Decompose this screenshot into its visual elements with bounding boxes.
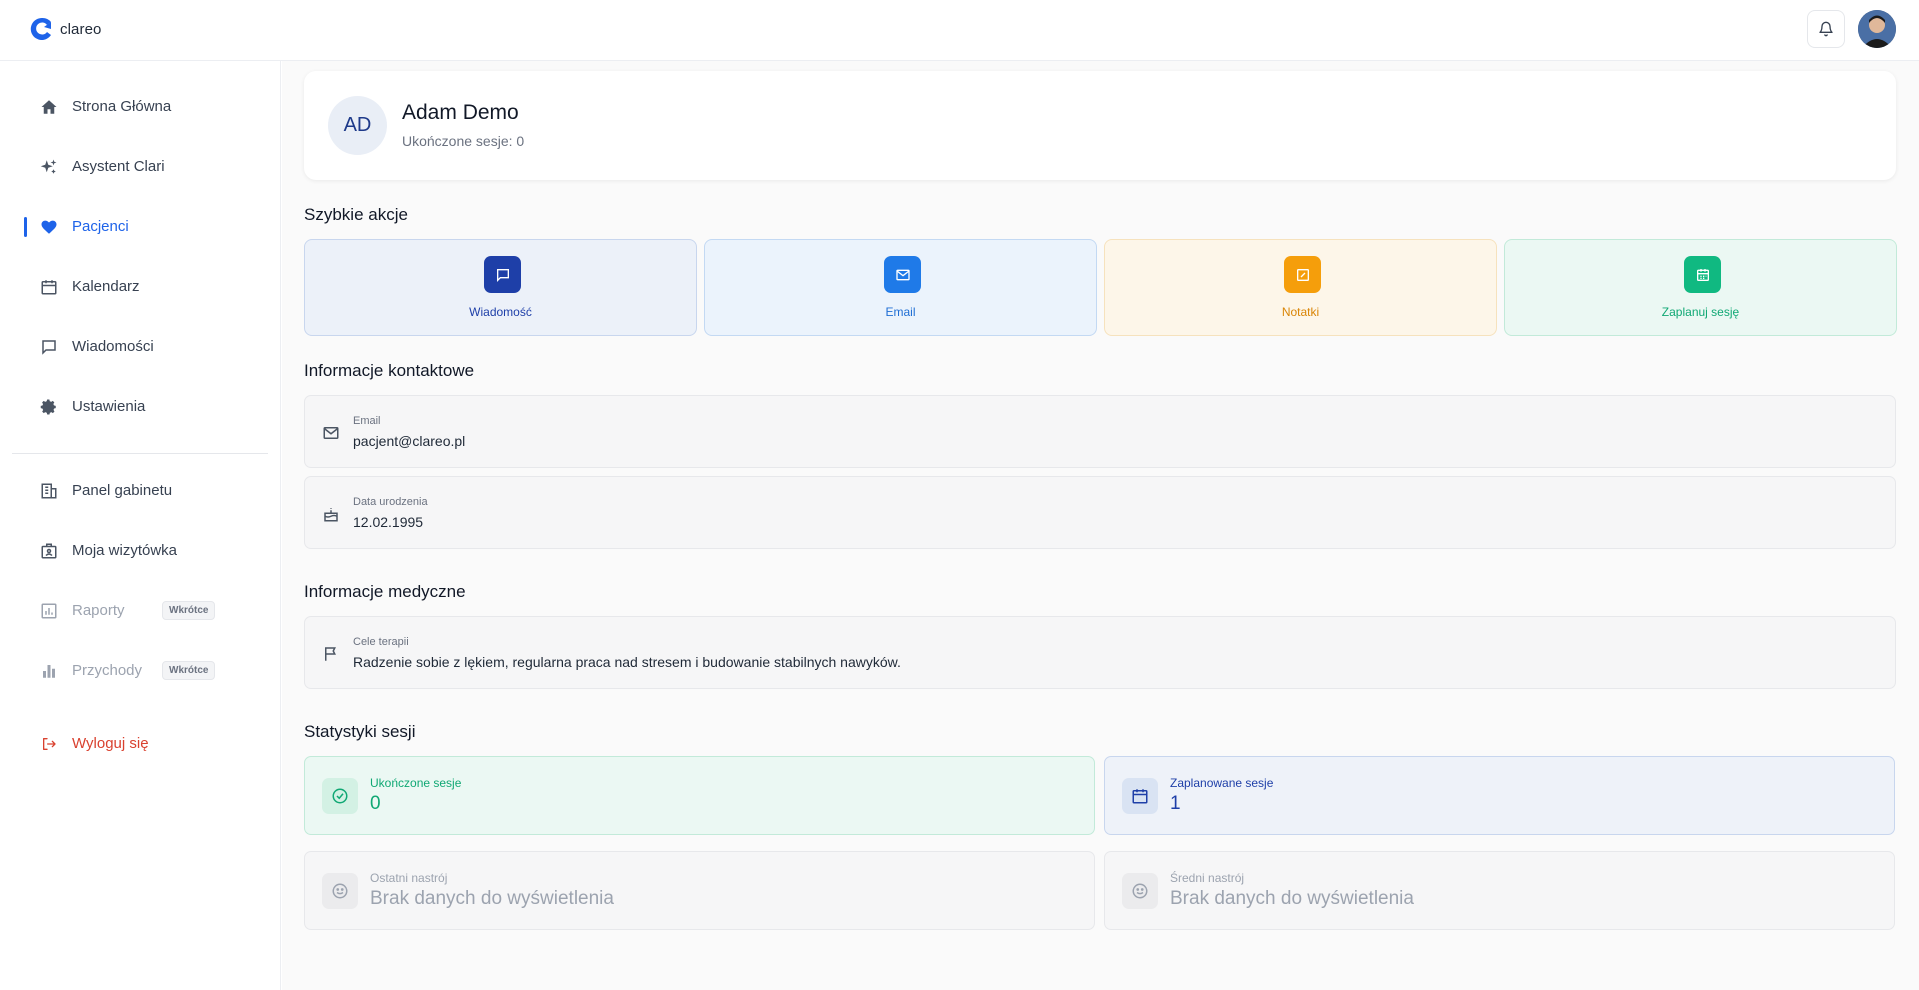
edit-icon — [1284, 256, 1321, 293]
brand-name: clareo — [60, 20, 102, 38]
sidebar-item-patients[interactable]: Pacjenci — [24, 207, 269, 247]
soon-badge: Wkrótce — [162, 661, 216, 680]
calendar-icon — [1122, 778, 1158, 814]
birthdate-info-box: Data urodzenia 12.02.1995 — [304, 476, 1896, 549]
check-circle-icon — [322, 778, 358, 814]
sidebar-divider — [12, 453, 268, 454]
mail-icon — [323, 427, 339, 439]
sidebar-item-clinic-panel[interactable]: Panel gabinetu — [24, 471, 269, 511]
message-icon — [39, 337, 59, 357]
logout-button[interactable]: Wyloguj się — [24, 724, 269, 764]
patient-name: Adam Demo — [402, 101, 519, 124]
last-mood-label: Ostatni nastrój — [370, 871, 448, 885]
home-icon — [39, 97, 59, 117]
gear-icon — [39, 397, 59, 417]
email-label: Email — [353, 415, 381, 427]
notifications-button[interactable] — [1807, 10, 1845, 48]
mail-icon — [884, 256, 921, 293]
sidebar-item-settings[interactable]: Ustawienia — [24, 387, 269, 427]
quick-action-label: Email — [885, 305, 916, 319]
calendar-icon — [1684, 256, 1721, 293]
sidebar-item-label: Raporty — [72, 602, 125, 619]
sidebar-item-label: Panel gabinetu — [72, 482, 173, 499]
average-mood-stat: Średni nastrój Brak danych do wyświetlen… — [1104, 851, 1895, 930]
report-icon — [39, 601, 59, 621]
patient-completed-sessions: Ukończone sesje: 0 — [402, 133, 525, 149]
top-bar: clareo — [0, 0, 1919, 61]
sidebar-item-messages[interactable]: Wiadomości — [24, 327, 269, 367]
sidebar-item-reports: Raporty Wkrótce — [24, 591, 269, 631]
quick-action-label: Notatki — [1281, 305, 1320, 319]
birthdate-value: 12.02.1995 — [353, 514, 424, 530]
last-mood-stat: Ostatni nastrój Brak danych do wyświetle… — [304, 851, 1095, 930]
user-photo-icon — [1858, 10, 1896, 48]
bell-icon — [1819, 21, 1833, 37]
flag-icon — [325, 647, 336, 661]
sidebar-item-label: Moja wizytówka — [72, 542, 178, 559]
heart-icon — [39, 217, 59, 237]
quick-action-label: Zaplanuj sesję — [1661, 305, 1740, 319]
average-mood-label: Średni nastrój — [1170, 871, 1245, 885]
completed-sessions-label: Ukończone sesje — [370, 776, 462, 790]
planned-sessions-value: 1 — [1170, 793, 1181, 814]
sidebar-item-label: Strona Główna — [72, 98, 172, 115]
smile-icon — [322, 873, 358, 909]
sidebar-item-label: Pacjenci — [72, 218, 129, 235]
contact-info-title: Informacje kontaktowe — [304, 361, 475, 380]
completed-sessions-stat: Ukończone sesje 0 — [304, 756, 1095, 835]
quick-action-schedule[interactable]: Zaplanuj sesję — [1504, 239, 1897, 336]
sidebar-item-calendar[interactable]: Kalendarz — [24, 267, 269, 307]
session-stats-title: Statystyki sesji — [304, 722, 416, 741]
calendar-icon — [39, 277, 59, 297]
sparkles-icon — [39, 157, 59, 177]
logout-icon — [39, 734, 59, 754]
quick-action-notes[interactable]: Notatki — [1104, 239, 1497, 336]
average-mood-value: Brak danych do wyświetlenia — [1170, 888, 1414, 909]
sidebar-item-label: Kalendarz — [72, 278, 140, 295]
sidebar — [0, 61, 281, 990]
sidebar-item-label: Wiadomości — [72, 338, 154, 355]
medical-info-title: Informacje medyczne — [304, 582, 466, 601]
birthdate-label: Data urodzenia — [353, 496, 428, 508]
cake-icon — [324, 508, 338, 522]
planned-sessions-label: Zaplanowane sesje — [1170, 776, 1274, 790]
quick-actions-title: Szybkie akcje — [304, 205, 408, 224]
bar-chart-icon — [39, 661, 59, 681]
logout-label: Wyloguj się — [72, 735, 149, 752]
sidebar-item-revenue: Przychody Wkrótce — [24, 651, 269, 691]
sidebar-item-label: Przychody — [72, 662, 143, 679]
quick-action-message[interactable]: Wiadomość — [304, 239, 697, 336]
app-logo[interactable]: clareo — [30, 16, 101, 42]
building-icon — [39, 481, 59, 501]
last-mood-value: Brak danych do wyświetlenia — [370, 888, 614, 909]
email-info-box: Email pacjent@clareo.pl — [304, 395, 1896, 468]
soon-badge: Wkrótce — [162, 601, 216, 620]
quick-action-email[interactable]: Email — [704, 239, 1097, 336]
therapy-goals-label: Cele terapii — [353, 636, 409, 648]
therapy-goals-box: Cele terapii Radzenie sobie z lękiem, re… — [304, 616, 1896, 689]
completed-sessions-value: 0 — [370, 793, 381, 814]
sidebar-item-home[interactable]: Strona Główna — [24, 87, 269, 127]
therapy-goals-value: Radzenie sobie z lękiem, regularna praca… — [353, 654, 901, 670]
sidebar-item-label: Asystent Clari — [72, 158, 165, 175]
clareo-logo-icon — [30, 17, 51, 40]
quick-action-label: Wiadomość — [469, 305, 532, 319]
email-value: pacjent@clareo.pl — [353, 433, 466, 449]
message-icon — [484, 256, 521, 293]
sidebar-item-business-card[interactable]: Moja wizytówka — [24, 531, 269, 571]
patient-profile-card: AD Adam Demo Ukończone sesje: 0 — [304, 71, 1896, 180]
user-avatar[interactable] — [1858, 10, 1896, 48]
planned-sessions-stat: Zaplanowane sesje 1 — [1104, 756, 1895, 835]
sidebar-item-assistant[interactable]: Asystent Clari — [24, 147, 269, 187]
sidebar-item-label: Ustawienia — [72, 398, 146, 415]
smile-icon — [1122, 873, 1158, 909]
patient-avatar: AD — [328, 96, 387, 155]
id-card-icon — [39, 541, 59, 561]
